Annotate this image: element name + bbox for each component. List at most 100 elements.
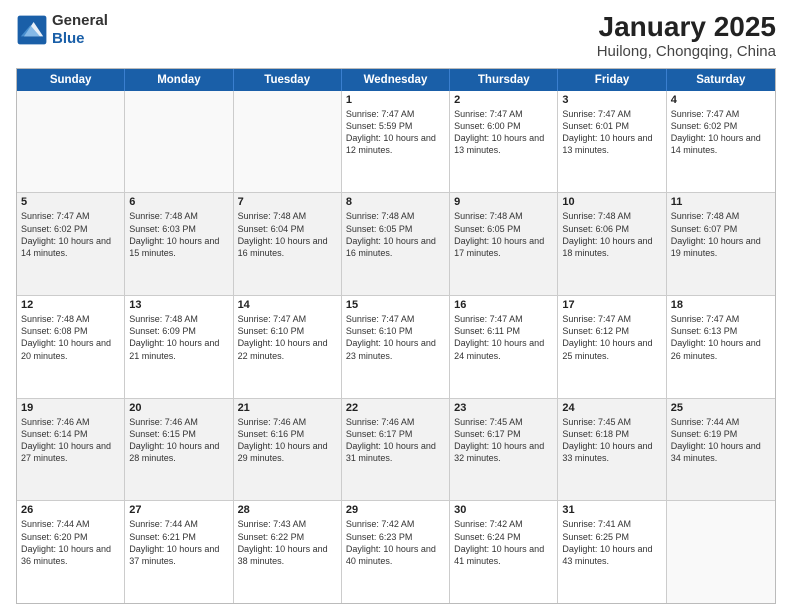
calendar-cell: 30 Sunrise: 7:42 AM Sunset: 6:24 PM Dayli… <box>450 501 558 603</box>
calendar-cell: 18 Sunrise: 7:47 AM Sunset: 6:13 PM Dayli… <box>667 296 775 398</box>
calendar-cell: 20Sunrise: 7:46 AM Sunset: 6:15 PM Dayli… <box>125 399 233 501</box>
day-info: Sunrise: 7:47 AM Sunset: 5:59 PM Dayligh… <box>346 108 445 157</box>
day-info: Sunrise: 7:48 AM Sunset: 6:03 PM Dayligh… <box>129 210 228 259</box>
day-info: Sunrise: 7:47 AM Sunset: 6:02 PM Dayligh… <box>671 108 771 157</box>
day-info: Sunrise: 7:47 AM Sunset: 6:10 PM Dayligh… <box>238 313 337 362</box>
day-number: 17 <box>562 299 661 311</box>
header: General Blue January 2025 Huilong, Chong… <box>16 12 776 60</box>
day-number: 4 <box>671 94 771 106</box>
day-info: Sunrise: 7:45 AM Sunset: 6:18 PM Dayligh… <box>562 416 661 465</box>
day-number: 9 <box>454 196 553 208</box>
day-info: Sunrise: 7:48 AM Sunset: 6:08 PM Dayligh… <box>21 313 120 362</box>
day-number: 8 <box>346 196 445 208</box>
calendar-cell: 19Sunrise: 7:46 AM Sunset: 6:14 PM Dayli… <box>17 399 125 501</box>
day-info: Sunrise: 7:42 AM Sunset: 6:24 PM Dayligh… <box>454 518 553 567</box>
day-info: Sunrise: 7:48 AM Sunset: 6:04 PM Dayligh… <box>238 210 337 259</box>
calendar-cell: 15 Sunrise: 7:47 AM Sunset: 6:10 PM Dayli… <box>342 296 450 398</box>
day-number: 29 <box>346 504 445 516</box>
day-info: Sunrise: 7:48 AM Sunset: 6:09 PM Dayligh… <box>129 313 228 362</box>
calendar-cell: 3 Sunrise: 7:47 AM Sunset: 6:01 PM Daylig… <box>558 91 666 193</box>
calendar-cell <box>17 91 125 193</box>
day-info: Sunrise: 7:47 AM Sunset: 6:11 PM Dayligh… <box>454 313 553 362</box>
calendar-cell: 17 Sunrise: 7:47 AM Sunset: 6:12 PM Dayli… <box>558 296 666 398</box>
day-number: 16 <box>454 299 553 311</box>
day-number: 6 <box>129 196 228 208</box>
day-number: 24 <box>562 402 661 414</box>
day-info: Sunrise: 7:44 AM Sunset: 6:19 PM Dayligh… <box>671 416 771 465</box>
calendar-cell: 31 Sunrise: 7:41 AM Sunset: 6:25 PM Dayli… <box>558 501 666 603</box>
calendar-cell: 22Sunrise: 7:46 AM Sunset: 6:17 PM Dayli… <box>342 399 450 501</box>
day-number: 10 <box>562 196 661 208</box>
header-wednesday: Wednesday <box>342 69 450 91</box>
calendar-cell: 23Sunrise: 7:45 AM Sunset: 6:17 PM Dayli… <box>450 399 558 501</box>
day-info: Sunrise: 7:47 AM Sunset: 6:00 PM Dayligh… <box>454 108 553 157</box>
calendar-week-2: 12Sunrise: 7:48 AM Sunset: 6:08 PM Dayli… <box>17 296 775 399</box>
day-number: 15 <box>346 299 445 311</box>
day-number: 31 <box>562 504 661 516</box>
day-number: 26 <box>21 504 120 516</box>
calendar-cell: 13Sunrise: 7:48 AM Sunset: 6:09 PM Dayli… <box>125 296 233 398</box>
header-tuesday: Tuesday <box>234 69 342 91</box>
calendar-cell: 26 Sunrise: 7:44 AM Sunset: 6:20 PM Dayli… <box>17 501 125 603</box>
day-info: Sunrise: 7:47 AM Sunset: 6:01 PM Dayligh… <box>562 108 661 157</box>
calendar-header: Sunday Monday Tuesday Wednesday Thursday… <box>17 69 775 91</box>
day-info: Sunrise: 7:43 AM Sunset: 6:22 PM Dayligh… <box>238 518 337 567</box>
calendar-cell: 8 Sunrise: 7:48 AM Sunset: 6:05 PM Daylig… <box>342 193 450 295</box>
day-info: Sunrise: 7:45 AM Sunset: 6:17 PM Dayligh… <box>454 416 553 465</box>
day-number: 2 <box>454 94 553 106</box>
header-saturday: Saturday <box>667 69 775 91</box>
calendar-week-3: 19Sunrise: 7:46 AM Sunset: 6:14 PM Dayli… <box>17 399 775 502</box>
day-info: Sunrise: 7:48 AM Sunset: 6:05 PM Dayligh… <box>346 210 445 259</box>
header-friday: Friday <box>558 69 666 91</box>
calendar-body: 1Sunrise: 7:47 AM Sunset: 5:59 PM Daylig… <box>17 91 775 603</box>
day-number: 28 <box>238 504 337 516</box>
calendar-cell: 28 Sunrise: 7:43 AM Sunset: 6:22 PM Dayli… <box>234 501 342 603</box>
calendar-title: January 2025 <box>597 12 776 43</box>
calendar-cell: 2 Sunrise: 7:47 AM Sunset: 6:00 PM Daylig… <box>450 91 558 193</box>
header-sunday: Sunday <box>17 69 125 91</box>
day-number: 5 <box>21 196 120 208</box>
calendar-cell <box>125 91 233 193</box>
calendar-cell: 12Sunrise: 7:48 AM Sunset: 6:08 PM Dayli… <box>17 296 125 398</box>
logo-text: General Blue <box>52 12 108 48</box>
day-number: 30 <box>454 504 553 516</box>
day-info: Sunrise: 7:47 AM Sunset: 6:12 PM Dayligh… <box>562 313 661 362</box>
day-info: Sunrise: 7:46 AM Sunset: 6:15 PM Dayligh… <box>129 416 228 465</box>
day-number: 3 <box>562 94 661 106</box>
calendar-cell: 7Sunrise: 7:48 AM Sunset: 6:04 PM Daylig… <box>234 193 342 295</box>
calendar-cell: 5 Sunrise: 7:47 AM Sunset: 6:02 PM Daylig… <box>17 193 125 295</box>
day-info: Sunrise: 7:41 AM Sunset: 6:25 PM Dayligh… <box>562 518 661 567</box>
logo-blue: Blue <box>52 30 85 47</box>
title-block: January 2025 Huilong, Chongqing, China <box>597 12 776 60</box>
day-info: Sunrise: 7:46 AM Sunset: 6:16 PM Dayligh… <box>238 416 337 465</box>
logo: General Blue <box>16 12 108 48</box>
header-monday: Monday <box>125 69 233 91</box>
logo-general: General <box>52 12 108 29</box>
page: General Blue January 2025 Huilong, Chong… <box>0 0 792 612</box>
day-number: 25 <box>671 402 771 414</box>
day-number: 14 <box>238 299 337 311</box>
day-number: 22 <box>346 402 445 414</box>
day-info: Sunrise: 7:44 AM Sunset: 6:20 PM Dayligh… <box>21 518 120 567</box>
day-number: 21 <box>238 402 337 414</box>
calendar-cell: 10 Sunrise: 7:48 AM Sunset: 6:06 PM Dayli… <box>558 193 666 295</box>
calendar-cell: 6 Sunrise: 7:48 AM Sunset: 6:03 PM Daylig… <box>125 193 233 295</box>
calendar-cell: 14 Sunrise: 7:47 AM Sunset: 6:10 PM Dayli… <box>234 296 342 398</box>
calendar: Sunday Monday Tuesday Wednesday Thursday… <box>16 68 776 604</box>
day-info: Sunrise: 7:48 AM Sunset: 6:05 PM Dayligh… <box>454 210 553 259</box>
day-info: Sunrise: 7:47 AM Sunset: 6:13 PM Dayligh… <box>671 313 771 362</box>
calendar-cell: 16 Sunrise: 7:47 AM Sunset: 6:11 PM Dayli… <box>450 296 558 398</box>
day-number: 19 <box>21 402 120 414</box>
day-info: Sunrise: 7:44 AM Sunset: 6:21 PM Dayligh… <box>129 518 228 567</box>
day-number: 27 <box>129 504 228 516</box>
calendar-week-4: 26 Sunrise: 7:44 AM Sunset: 6:20 PM Dayli… <box>17 501 775 603</box>
day-number: 11 <box>671 196 771 208</box>
calendar-subtitle: Huilong, Chongqing, China <box>597 43 776 60</box>
calendar-cell: 21 Sunrise: 7:46 AM Sunset: 6:16 PM Dayli… <box>234 399 342 501</box>
day-info: Sunrise: 7:48 AM Sunset: 6:06 PM Dayligh… <box>562 210 661 259</box>
day-info: Sunrise: 7:47 AM Sunset: 6:10 PM Dayligh… <box>346 313 445 362</box>
calendar-cell: 1Sunrise: 7:47 AM Sunset: 5:59 PM Daylig… <box>342 91 450 193</box>
day-info: Sunrise: 7:47 AM Sunset: 6:02 PM Dayligh… <box>21 210 120 259</box>
calendar-cell: 29Sunrise: 7:42 AM Sunset: 6:23 PM Dayli… <box>342 501 450 603</box>
day-number: 18 <box>671 299 771 311</box>
